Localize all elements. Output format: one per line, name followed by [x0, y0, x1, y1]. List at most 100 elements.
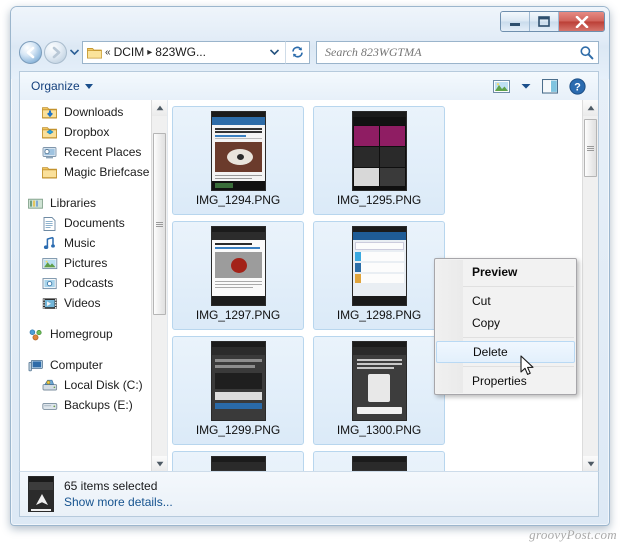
- sidebar-item-label: Computer: [50, 358, 103, 372]
- breadcrumb[interactable]: « DCIM ▸ 823WG...: [82, 40, 285, 64]
- preview-pane-button[interactable]: [540, 77, 560, 96]
- file-thumbnail: [210, 111, 266, 191]
- location-arrow-icon: [36, 494, 48, 505]
- libraries-icon: [28, 198, 43, 209]
- scroll-up-button[interactable]: [152, 100, 167, 116]
- homegroup-icon: [29, 328, 42, 340]
- context-menu-separator: [437, 366, 574, 367]
- navigation-scrollbar-thumb[interactable]: [153, 133, 166, 315]
- back-button[interactable]: [19, 40, 42, 64]
- hard-disk-icon: [42, 379, 58, 390]
- show-more-details-link[interactable]: Show more details...: [64, 495, 173, 509]
- help-button[interactable]: ?: [567, 76, 588, 97]
- videos-icon: [42, 297, 57, 309]
- minimize-button[interactable]: [501, 12, 530, 31]
- recent-places-icon: [42, 146, 57, 158]
- picture-view-icon: [493, 79, 510, 93]
- close-icon: [575, 15, 588, 28]
- file-list-pane[interactable]: IMG_1294.PNG IMG_1295.PNG IMG_1297.PNG IMG_…: [168, 100, 598, 472]
- breadcrumb-item-dcim[interactable]: DCIM: [114, 45, 145, 59]
- file-tile[interactable]: IMG_1300.PNG: [313, 336, 445, 445]
- file-tile[interactable]: IMG_1299.PNG: [172, 336, 304, 445]
- chevron-down-icon: [521, 83, 531, 89]
- maximize-icon: [538, 16, 550, 27]
- scroll-down-button[interactable]: [583, 456, 598, 472]
- context-menu-item-delete[interactable]: Delete: [436, 341, 575, 363]
- navigation-scrollbar[interactable]: [151, 100, 167, 472]
- phone-screen-body: [211, 240, 265, 305]
- file-name-label: IMG_1295.PNG: [336, 193, 422, 207]
- file-list-scrollbar-thumb[interactable]: [584, 119, 597, 177]
- file-tile[interactable]: IMG_1294.PNG: [172, 106, 304, 215]
- phone-title-bar: [352, 347, 406, 355]
- file-tile[interactable]: IMG_1302.PNG: [313, 451, 445, 472]
- sidebar-item-dropbox[interactable]: Dropbox: [20, 122, 151, 142]
- forward-button[interactable]: [44, 40, 67, 64]
- file-thumbnail: [351, 341, 407, 421]
- sidebar-item-label: Libraries: [50, 196, 97, 210]
- maximize-button[interactable]: [530, 12, 559, 31]
- sidebar-item-label: Magic Briefcase: [64, 165, 150, 179]
- file-tile[interactable]: IMG_1297.PNG: [172, 221, 304, 330]
- sidebar-item-label: Recent Places: [64, 145, 142, 159]
- file-name-label: IMG_1299.PNG: [195, 423, 281, 437]
- breadcrumb-item-current[interactable]: 823WG...: [155, 45, 206, 59]
- sidebar-item-label: Local Disk (C:): [64, 378, 143, 392]
- pictures-icon: [42, 255, 58, 271]
- context-menu[interactable]: Preview Cut Copy Delete Properties: [434, 258, 577, 395]
- sidebar-item-documents[interactable]: Documents: [20, 213, 151, 233]
- computer-icon: [28, 357, 44, 373]
- sidebar-item-local-disk-c[interactable]: Local Disk (C:): [20, 375, 151, 395]
- context-menu-item-copy[interactable]: Copy: [435, 312, 576, 334]
- view-mode-button[interactable]: [491, 77, 512, 96]
- watermark: groovyPost.com: [529, 527, 617, 542]
- refresh-icon: [292, 46, 303, 58]
- search-input[interactable]: [325, 44, 579, 60]
- context-menu-item-cut[interactable]: Cut: [435, 290, 576, 312]
- toolbar-right-group: ?: [491, 76, 594, 97]
- phone-title-bar: [29, 482, 53, 490]
- svg-text:?: ?: [574, 81, 581, 93]
- phone-title-bar: [211, 117, 265, 125]
- status-text-group: 65 items selected Show more details...: [64, 479, 173, 509]
- refresh-button[interactable]: [285, 40, 310, 64]
- sidebar-item-downloads[interactable]: Downloads: [20, 102, 151, 122]
- context-menu-item-preview[interactable]: Preview: [435, 261, 576, 283]
- close-button[interactable]: [559, 12, 604, 31]
- file-tile[interactable]: IMG_1295.PNG: [313, 106, 445, 215]
- file-list-scrollbar[interactable]: [582, 100, 598, 472]
- videos-icon: [42, 295, 58, 311]
- sidebar-item-recent-places[interactable]: Recent Places: [20, 142, 151, 162]
- documents-icon: [42, 215, 58, 231]
- music-icon: [43, 236, 55, 249]
- status-bar: 65 items selected Show more details...: [19, 471, 599, 517]
- history-dropdown-button[interactable]: [67, 47, 81, 57]
- sidebar-item-magic-briefcase[interactable]: Magic Briefcase: [20, 162, 151, 182]
- sidebar-item-videos[interactable]: Videos: [20, 293, 151, 313]
- folder-icon: [42, 166, 57, 178]
- sidebar-item-pictures[interactable]: Pictures: [20, 253, 151, 273]
- search-icon: [580, 45, 594, 59]
- sidebar-item-backups-e[interactable]: Backups (E:): [20, 395, 151, 415]
- context-menu-item-properties[interactable]: Properties: [435, 370, 576, 392]
- search-box[interactable]: [316, 40, 599, 64]
- breadcrumb-dropdown-button[interactable]: [269, 47, 281, 57]
- downloads-folder-icon: [42, 106, 57, 118]
- sidebar-item-computer[interactable]: Computer: [20, 355, 151, 375]
- scrollbar-grip: [587, 145, 594, 152]
- organize-label: Organize: [31, 79, 80, 93]
- organize-button[interactable]: Organize: [24, 76, 100, 96]
- sidebar-item-music[interactable]: Music: [20, 233, 151, 253]
- sidebar-item-podcasts[interactable]: Podcasts: [20, 273, 151, 293]
- scroll-down-button[interactable]: [152, 456, 167, 472]
- address-bar: « DCIM ▸ 823WG...: [19, 39, 599, 65]
- context-menu-item-label: Cut: [472, 294, 491, 308]
- homegroup-icon: [28, 326, 44, 342]
- view-options-dropdown[interactable]: [519, 81, 533, 92]
- file-tile[interactable]: IMG_1298.PNG: [313, 221, 445, 330]
- scroll-up-button[interactable]: [583, 100, 598, 116]
- file-tile[interactable]: IMG_1301.PNG: [172, 451, 304, 472]
- sidebar-item-libraries[interactable]: Libraries: [20, 193, 151, 213]
- sidebar-item-homegroup[interactable]: Homegroup: [20, 324, 151, 344]
